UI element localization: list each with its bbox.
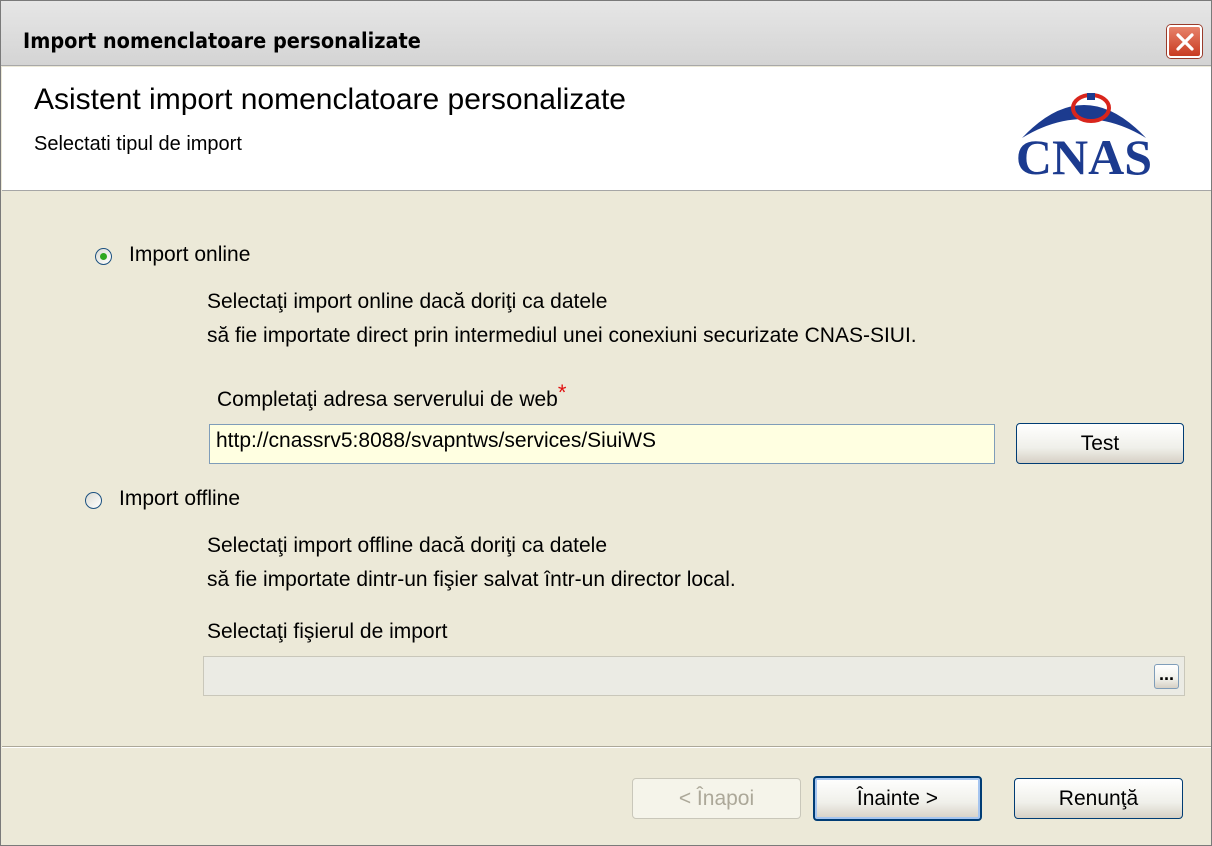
back-button-label: < Înapoi: [678, 787, 755, 810]
cnas-logo: CNAS: [1016, 93, 1152, 178]
window-title: Import nomenclatoare personalizate: [23, 29, 421, 53]
online-description-line1: Selectaţi import online dacă doriţi ca d…: [207, 290, 608, 313]
radio-selected-dot: [100, 253, 107, 260]
next-button-label: Înainte >: [856, 787, 939, 810]
import-online-radio[interactable]: [95, 248, 112, 265]
cancel-button-label: Renunţă: [1058, 787, 1139, 810]
import-file-label: Selectaţi fişierul de import: [207, 620, 448, 643]
footer-divider: [2, 746, 1211, 748]
cancel-button[interactable]: Renunţă: [1014, 778, 1183, 819]
browse-file-button[interactable]: ...: [1154, 664, 1179, 689]
import-offline-label[interactable]: Import offline: [119, 487, 240, 511]
offline-description-line2: să fie importate dintr-un fişier salvat …: [207, 568, 736, 591]
wizard-title: Asistent import nomenclatoare personaliz…: [34, 83, 626, 116]
browse-ellipsis-icon: ...: [1158, 664, 1174, 684]
wizard-content: Import online Selectaţi import online da…: [2, 191, 1211, 746]
title-bar[interactable]: Import nomenclatoare personalizate: [1, 1, 1211, 66]
online-description-line2: să fie importate direct prin intermediul…: [207, 324, 917, 347]
import-online-label[interactable]: Import online: [129, 243, 250, 267]
required-indicator: *: [557, 380, 567, 405]
server-address-input[interactable]: http://cnassrv5:8088/svapntws/services/S…: [209, 424, 995, 464]
test-button[interactable]: Test: [1016, 423, 1184, 464]
wizard-header: Asistent import nomenclatoare personaliz…: [2, 67, 1211, 191]
import-dialog: Import nomenclatoare personalizate Asist…: [0, 0, 1212, 846]
back-button[interactable]: < Înapoi: [632, 778, 801, 819]
server-address-label: Completaţi adresa serverului de web*: [217, 380, 566, 412]
close-button[interactable]: [1167, 25, 1202, 58]
test-button-label: Test: [1080, 432, 1120, 455]
offline-description-line1: Selectaţi import offline dacă doriţi ca …: [207, 534, 608, 557]
logo-text: CNAS: [1016, 129, 1152, 178]
close-icon: [1176, 33, 1194, 51]
import-offline-radio[interactable]: [85, 492, 102, 509]
import-file-input[interactable]: [203, 656, 1185, 696]
next-button[interactable]: Înainte >: [813, 776, 982, 821]
wizard-subtitle: Selectati tipul de import: [34, 133, 242, 155]
server-address-label-text: Completaţi adresa serverului de web: [217, 388, 558, 411]
